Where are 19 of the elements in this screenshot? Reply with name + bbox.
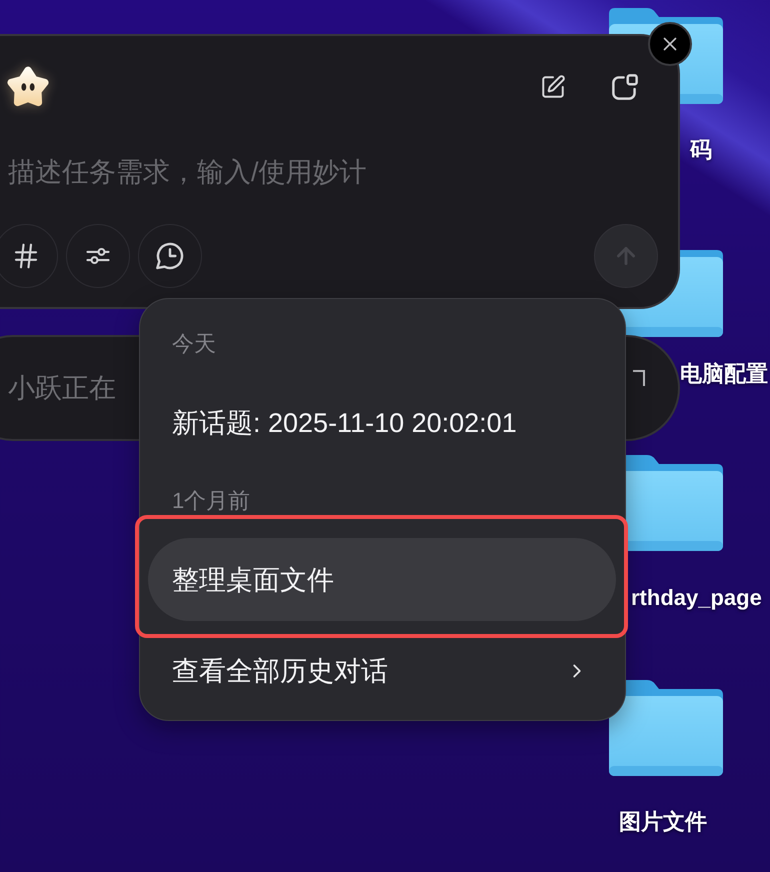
hash-button[interactable] [0, 224, 58, 288]
clock-bubble-icon [156, 242, 184, 270]
status-text: 小跃正在 [8, 372, 116, 405]
section-header: 1个月前 [171, 487, 252, 515]
window-corner-icon [612, 74, 638, 100]
history-item[interactable]: 整理桌面文件 [148, 538, 616, 621]
folder-label: rthday_page [631, 584, 762, 612]
settings-button[interactable] [66, 224, 130, 288]
folder-label: 电脑配置 [680, 360, 768, 388]
history-item[interactable]: 新话题: 2025-11-10 20:02:01 [148, 381, 616, 464]
folder-label: 码 [690, 136, 712, 164]
folder-icon[interactable] [607, 680, 725, 778]
folder-label: 图片文件 [619, 808, 707, 836]
corner-icon [633, 370, 645, 386]
prompt-input[interactable]: 描述任务需求，输入/使用妙计 [8, 155, 638, 189]
view-all-history-button[interactable]: 查看全部历史对话 [148, 629, 616, 712]
window-button[interactable] [611, 73, 639, 101]
section-header: 今天 [171, 330, 217, 358]
history-button[interactable] [138, 224, 202, 288]
